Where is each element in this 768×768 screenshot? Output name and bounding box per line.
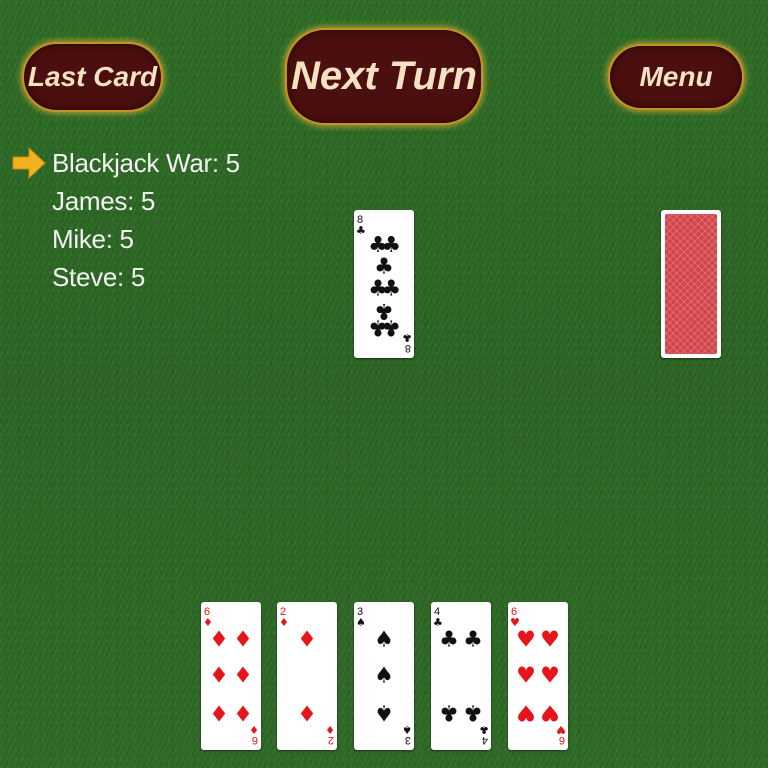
hand-card-2[interactable]: 2 ♦ 2 ♦ ♦ ♦	[277, 602, 337, 750]
card-pip-icon: ♣	[439, 700, 459, 725]
hand-card-5[interactable]: 6 ♥ 6 ♥ ♥ ♥ ♥ ♥ ♥ ♥	[508, 602, 568, 750]
card-pip-icon: ♦	[233, 700, 253, 725]
card-pip-icon: ♠	[374, 700, 394, 725]
player-score-1: Blackjack War: 5	[52, 148, 240, 178]
card-suit-top-icon: ♣	[356, 224, 366, 237]
card-pip-icon: ♥	[540, 664, 560, 689]
card-pip-icon: ♥	[540, 628, 560, 653]
card-face: 6♥6♥♥ ♥♥ ♥♥ ♥	[510, 606, 566, 746]
menu-button[interactable]: Menu	[608, 44, 744, 110]
card-pip-icon: ♣	[381, 315, 401, 340]
card-pip-icon: ♣	[463, 700, 483, 725]
card-suit-bottom-icon: ♠	[402, 723, 412, 736]
last-card-button[interactable]: Last Card	[22, 42, 163, 112]
menu-label: Menu	[639, 61, 713, 92]
card-pip-icon: ♥	[516, 664, 536, 689]
player-score-2: James: 5	[52, 186, 156, 216]
scoreboard: Blackjack War: 5 James: 5 Mike: 5 Steve:…	[52, 144, 240, 296]
card-pip-icon: ♥	[540, 700, 560, 725]
next-turn-label: Next Turn	[291, 54, 477, 98]
played-card: 8 ♣ 8 ♣ ♣ ♣ ♣ ♣ ♣ ♣ ♣ ♣	[354, 210, 414, 358]
card-pip-icon: ♣	[463, 628, 483, 653]
card-pip-icon: ♣	[381, 276, 401, 301]
last-card-label: Last Card	[27, 61, 158, 92]
card-pip-icon: ♦	[297, 628, 317, 653]
hand-card-1[interactable]: 6 ♦ 6 ♦ ♦ ♦ ♦ ♦ ♦ ♦	[201, 602, 261, 750]
card-pip-icon: ♣	[439, 628, 459, 653]
hand-card-3[interactable]: 3 ♠ 3 ♠ ♠ ♠ ♠	[354, 602, 414, 750]
card-suit-top-icon: ♦	[279, 616, 289, 629]
card-pip-icon: ♦	[297, 700, 317, 725]
card-pip-icon: ♦	[209, 700, 229, 725]
next-turn-button[interactable]: Next Turn	[285, 28, 483, 125]
card-face: 3♠3♠♠♠♠	[356, 606, 412, 746]
card-suit-top-icon: ♠	[356, 616, 366, 629]
player-score-3: Mike: 5	[52, 224, 134, 254]
card-suit-bottom-icon: ♦	[325, 723, 335, 736]
card-face: 8♣8♣♣♣♣♣♣♣♣♣	[356, 214, 412, 354]
card-face: 2♦2♦♦♦	[279, 606, 335, 746]
card-pip-icon: ♦	[209, 628, 229, 653]
card-pip-icon: ♦	[233, 628, 253, 653]
card-pip-icon: ♥	[516, 628, 536, 653]
card-pip-icon: ♦	[233, 664, 253, 689]
card-suit-bottom-icon: ♣	[402, 331, 412, 344]
card-pip-icon: ♠	[374, 664, 394, 689]
card-back-pattern	[665, 214, 717, 354]
player-score-4: Steve: 5	[52, 262, 145, 292]
card-face: 4♣4♣♣ ♣♣ ♣	[433, 606, 489, 746]
draw-pile[interactable]	[661, 210, 721, 358]
card-pip-icon: ♥	[516, 700, 536, 725]
card-pip-icon: ♠	[374, 628, 394, 653]
turn-arrow-icon	[12, 146, 46, 180]
card-pip-icon: ♦	[209, 664, 229, 689]
card-face: 6♦6♦♦ ♦♦ ♦♦ ♦	[203, 606, 259, 746]
hand-card-4[interactable]: 4 ♣ 4 ♣ ♣ ♣ ♣ ♣	[431, 602, 491, 750]
